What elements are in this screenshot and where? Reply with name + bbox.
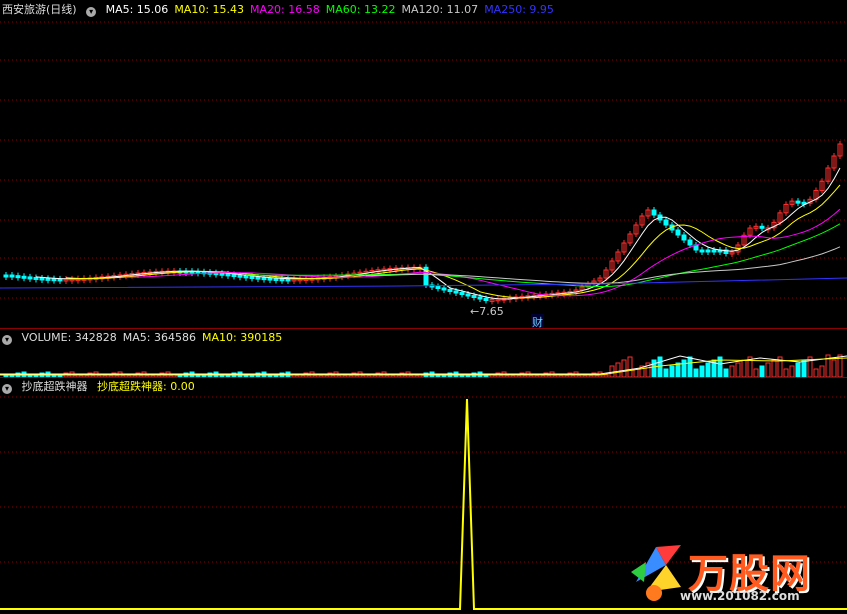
candle-body <box>795 200 801 204</box>
candle-body <box>267 277 273 281</box>
volume-bar <box>699 365 705 377</box>
candle-body <box>249 275 255 279</box>
volume-bar <box>765 362 771 377</box>
ma-legend: MA5: 15.06 MA10: 15.43 MA20: 16.58 MA60: 13… <box>106 3 560 16</box>
indicator-panel[interactable]: ▾ 抄底超跌神器 抄底超跌神器: 0.00 万股网 www.201082.com <box>0 377 847 614</box>
volume-legend: VOLUME: 342828 MA5: 364586 MA10: 390185 <box>22 331 289 344</box>
candle-body <box>225 273 231 277</box>
candle-body <box>465 293 471 297</box>
candle-body <box>441 287 447 291</box>
indicator-value: 抄底超跌神器: 0.00 <box>97 380 195 393</box>
candle-body <box>477 296 483 300</box>
indicator-name: 抄底超跌神器 <box>21 380 88 393</box>
candle-body <box>459 292 465 295</box>
ma-legend-item: MA5: 15.06 <box>105 3 169 16</box>
volume-bar <box>801 359 807 377</box>
logo-url: www.201082.com <box>680 589 800 603</box>
candle-body <box>237 274 243 278</box>
candle-body <box>273 277 279 281</box>
volume-bar <box>813 368 819 377</box>
volume-legend-item: MA10: 390185 <box>201 331 283 344</box>
price-panel[interactable]: 西安旅游(日线) ▾ MA5: 15.06 MA10: 15.43 MA20: 16… <box>0 0 847 328</box>
volume-bar <box>819 365 825 377</box>
candle-body <box>243 275 249 279</box>
volume-bar <box>729 365 735 377</box>
volume-bar <box>669 365 675 377</box>
volume-bar <box>783 368 789 377</box>
volume-bar <box>663 368 669 377</box>
candle-body <box>231 274 237 278</box>
menu-icon[interactable]: ▾ <box>2 335 12 345</box>
volume-bar <box>789 365 795 377</box>
candle-body <box>663 219 669 226</box>
candle-body <box>705 249 711 253</box>
volume-panel[interactable]: ▾ VOLUME: 342828 MA5: 364586 MA10: 390185 <box>0 328 847 377</box>
event-marker[interactable]: 财 <box>531 314 544 328</box>
volume-bar <box>627 356 633 377</box>
candle-body <box>711 249 717 253</box>
menu-icon[interactable]: ▾ <box>2 384 12 394</box>
candle-body <box>285 278 291 282</box>
volume-bar <box>693 368 699 377</box>
price-chart <box>0 21 847 305</box>
candle-body <box>219 272 225 276</box>
candle-body <box>3 274 9 278</box>
ma-legend-item: MA120: 11.07 <box>401 3 479 16</box>
ma-legend-item: MA250: 9.95 <box>484 3 554 16</box>
candle-body <box>279 278 285 282</box>
ma-legend-item: MA20: 16.58 <box>250 3 320 16</box>
candle-body <box>51 278 57 282</box>
candle-body <box>57 278 63 282</box>
volume-bar <box>705 362 711 377</box>
candle-body <box>699 249 705 253</box>
volume-bar <box>795 362 801 377</box>
volume-legend-item: VOLUME: 342828 <box>21 331 117 344</box>
candle-body <box>681 234 687 241</box>
candle-body <box>435 286 441 289</box>
volume-bar <box>831 359 837 377</box>
candle-body <box>45 277 51 281</box>
candle-body <box>675 229 681 236</box>
candle-body <box>255 276 261 280</box>
candle-body <box>651 209 657 216</box>
candle-body <box>759 225 765 229</box>
candle-body <box>21 275 27 279</box>
candle-body <box>9 274 15 278</box>
volume-bar <box>687 356 693 377</box>
candle-body <box>483 298 489 301</box>
volume-bar <box>657 356 663 377</box>
candle-body <box>261 277 267 281</box>
volume-bar <box>621 359 627 377</box>
candle-body <box>687 239 693 246</box>
ma-legend-item: MA10: 15.43 <box>174 3 245 16</box>
volume-bar <box>723 368 729 377</box>
volume-bar <box>615 362 621 377</box>
ma5-line <box>35 167 841 300</box>
candle-body <box>453 290 459 294</box>
low-price-label: ←7.65 <box>470 305 504 318</box>
volume-bar <box>771 359 777 377</box>
volume-bar <box>735 362 741 377</box>
volume-legend-item: MA5: 364586 <box>122 331 196 344</box>
candle-body <box>27 276 33 280</box>
candle-body <box>447 289 453 292</box>
candle-body <box>39 277 45 281</box>
candle-body <box>471 295 477 298</box>
price-header: 西安旅游(日线) ▾ MA5: 15.06 MA10: 15.43 MA20: 16… <box>2 3 566 17</box>
volume-bar <box>741 359 747 377</box>
stock-title: 西安旅游(日线) <box>2 3 77 16</box>
volume-bar <box>681 359 687 377</box>
menu-icon[interactable]: ▾ <box>86 7 97 17</box>
candle-body <box>33 276 39 280</box>
volume-bar <box>675 362 681 377</box>
indicator-header: ▾ 抄底超跌神器 抄底超跌神器: 0.00 <box>2 380 201 394</box>
volume-header: ▾ VOLUME: 342828 MA5: 364586 MA10: 390185 <box>2 331 294 345</box>
volume-bar <box>759 365 765 377</box>
volume-bar <box>753 368 759 377</box>
volume-bar <box>651 359 657 377</box>
ma-legend-item: MA60: 13.22 <box>325 3 396 16</box>
candle-body <box>15 275 21 279</box>
